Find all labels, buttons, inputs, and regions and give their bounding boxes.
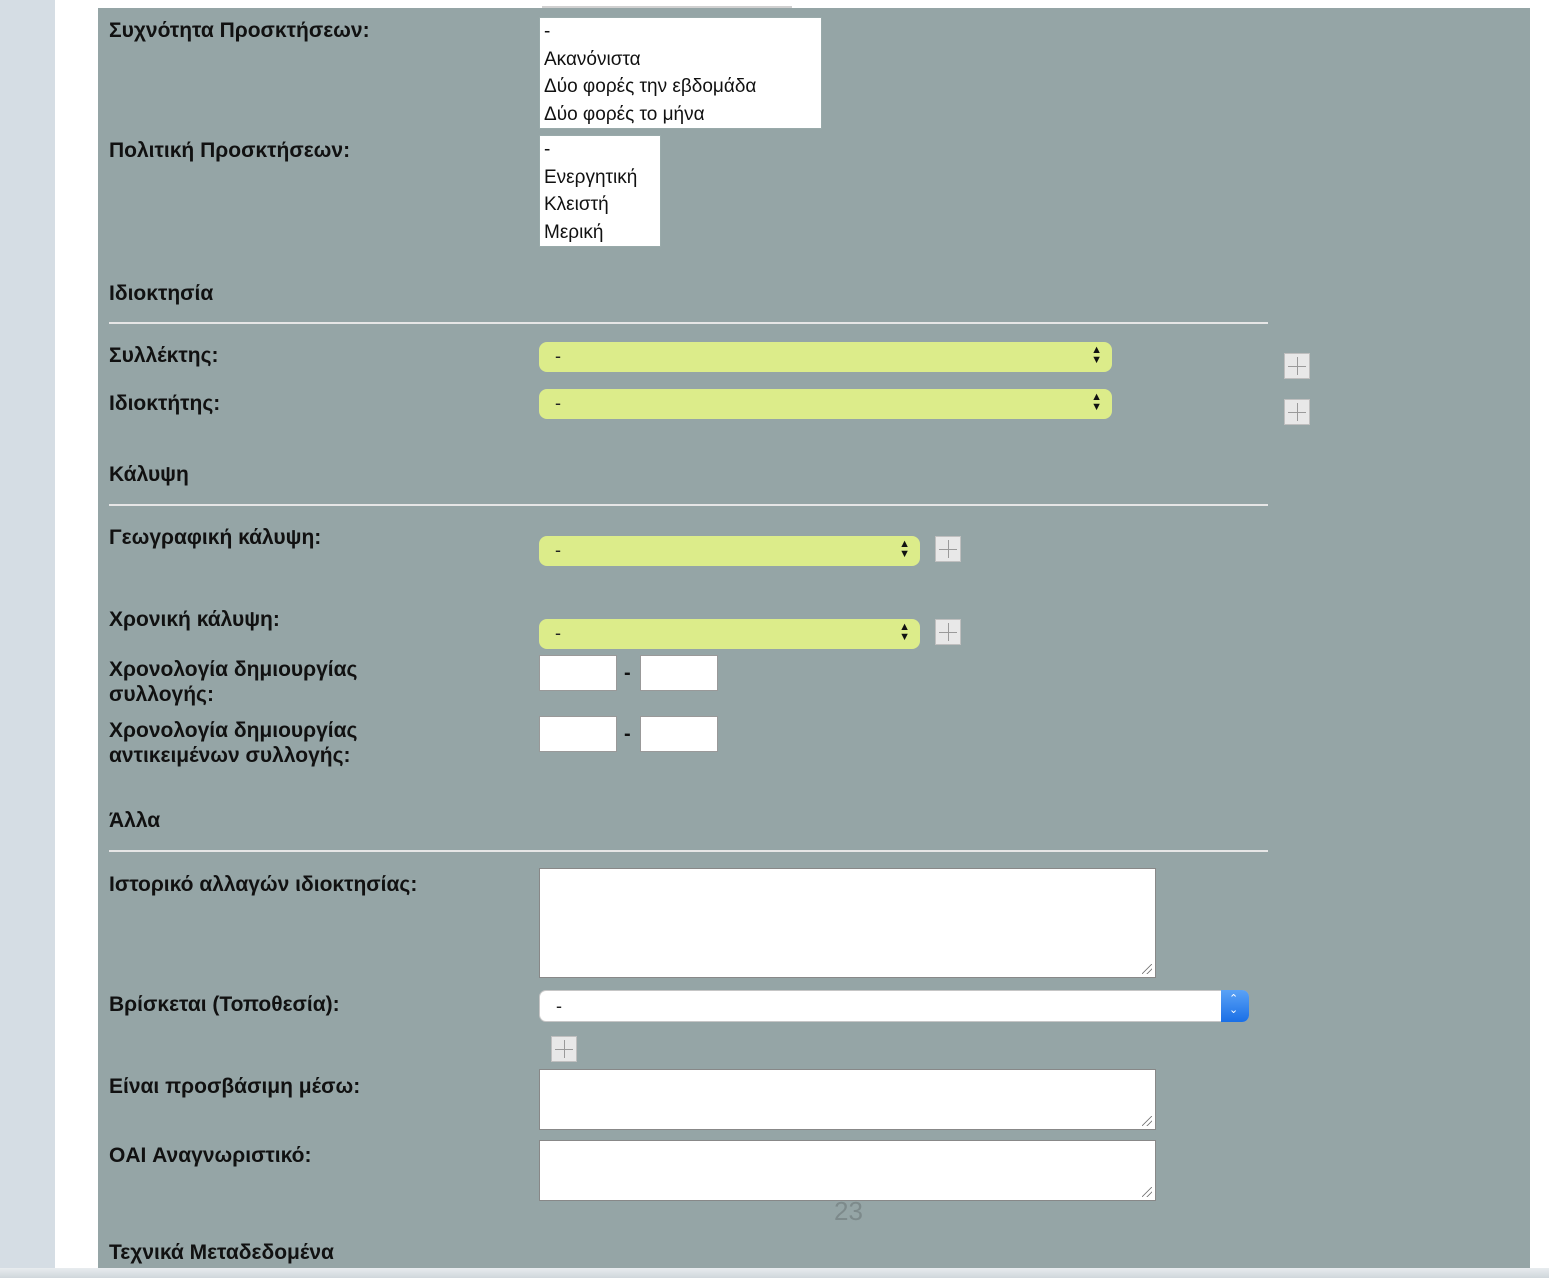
collector-select[interactable]: - ▲ ▼: [539, 342, 1112, 372]
objects-date-from-input[interactable]: [539, 716, 617, 752]
range-separator: -: [624, 662, 631, 684]
owner-label: Ιδιοκτήτης:: [109, 392, 221, 415]
add-geo-coverage-icon[interactable]: [935, 536, 961, 562]
collector-select-value: -: [555, 346, 561, 366]
left-gutter: [55, 0, 98, 1278]
accessible-via-label: Είναι προσβάσιμη μέσω:: [109, 1075, 361, 1098]
owner-select[interactable]: - ▲ ▼: [539, 389, 1112, 419]
section-divider: [109, 322, 1268, 324]
range-separator: -: [624, 723, 631, 745]
frequency-label: Συχνότητα Προσκτήσεων:: [109, 19, 370, 42]
location-select-value: -: [556, 996, 562, 1016]
location-select[interactable]: - ⌃ ⌄: [539, 990, 1249, 1022]
add-collector-icon[interactable]: [1284, 353, 1310, 379]
coverage-section-title: Κάλυψη: [109, 463, 189, 486]
ownership-history-textarea[interactable]: [539, 868, 1156, 978]
select-stepper-icon: ⌃ ⌄: [1221, 990, 1249, 1022]
policy-option[interactable]: Ενεργητική: [540, 164, 660, 192]
ownership-history-label: Ιστορικό αλλαγών ιδιοκτησίας:: [109, 873, 418, 896]
ownership-section-title: Ιδιοκτησία: [109, 282, 214, 305]
geo-coverage-value: -: [555, 540, 561, 560]
section-divider: [109, 850, 1268, 852]
location-label: Βρίσκεται (Τοποθεσία):: [109, 993, 340, 1016]
section-divider: [109, 504, 1268, 506]
frequency-option[interactable]: Δύο φορές το μήνα: [540, 101, 821, 129]
frequency-option[interactable]: Ακανόνιστα: [540, 46, 821, 74]
policy-option[interactable]: Μερική: [540, 219, 660, 247]
objects-date-to-input[interactable]: [640, 716, 718, 752]
page-number: 23: [834, 1196, 863, 1226]
time-coverage-select[interactable]: - ▲ ▼: [539, 619, 920, 649]
owner-select-value: -: [555, 393, 561, 413]
add-owner-icon[interactable]: [1284, 399, 1310, 425]
geo-coverage-select[interactable]: - ▲ ▼: [539, 536, 920, 566]
bottom-edge: [0, 1268, 1549, 1278]
resize-grip-icon[interactable]: [1142, 964, 1152, 974]
updown-arrows-icon: ▲ ▼: [899, 621, 910, 643]
objects-date-label-line2: αντικειμένων συλλογής:: [109, 744, 351, 767]
time-coverage-value: -: [555, 623, 561, 643]
top-border: [98, 0, 1549, 8]
frequency-option[interactable]: Δύο φορές την εβδομάδα: [540, 73, 821, 101]
oai-identifier-textarea[interactable]: [539, 1140, 1156, 1201]
right-margin: [1530, 8, 1549, 1278]
frequency-option[interactable]: -: [540, 18, 821, 46]
collector-label: Συλλέκτης:: [109, 344, 219, 367]
objects-date-label-line1: Χρονολογία δημιουργίας: [109, 719, 358, 742]
accessible-via-textarea[interactable]: [539, 1069, 1156, 1130]
creation-date-label-line2: συλλογής:: [109, 683, 214, 706]
policy-listbox[interactable]: - Ενεργητική Κλειστή Μερική: [539, 135, 661, 247]
updown-arrows-icon: ▲ ▼: [899, 538, 910, 560]
add-time-coverage-icon[interactable]: [935, 619, 961, 645]
updown-arrows-icon: ▲ ▼: [1091, 344, 1102, 366]
resize-grip-icon[interactable]: [1142, 1187, 1152, 1197]
other-section-title: Άλλα: [109, 809, 161, 832]
objects-date-label: Χρονολογία δημιουργίας αντικειμένων συλλ…: [109, 718, 357, 768]
creation-date-label-line1: Χρονολογία δημιουργίας: [109, 658, 358, 681]
left-margin: [0, 0, 55, 1278]
technical-metadata-title: Τεχνικά Μεταδεδομένα: [109, 1241, 334, 1264]
resize-grip-icon[interactable]: [1142, 1116, 1152, 1126]
creation-date-to-input[interactable]: [640, 655, 718, 691]
creation-date-label: Χρονολογία δημιουργίας συλλογής:: [109, 657, 357, 707]
creation-date-from-input[interactable]: [539, 655, 617, 691]
policy-option[interactable]: Κλειστή: [540, 191, 660, 219]
policy-label: Πολιτική Προσκτήσεων:: [109, 139, 351, 162]
oai-identifier-label: OAI Αναγνωριστικό:: [109, 1144, 312, 1167]
frequency-listbox[interactable]: - Ακανόνιστα Δύο φορές την εβδομάδα Δύο …: [539, 17, 822, 129]
time-coverage-label: Χρονική κάλυψη:: [109, 608, 280, 631]
add-location-icon[interactable]: [551, 1036, 577, 1062]
geo-coverage-label: Γεωγραφική κάλυψη:: [109, 526, 322, 549]
policy-option[interactable]: -: [540, 136, 660, 164]
updown-arrows-icon: ▲ ▼: [1091, 391, 1102, 413]
